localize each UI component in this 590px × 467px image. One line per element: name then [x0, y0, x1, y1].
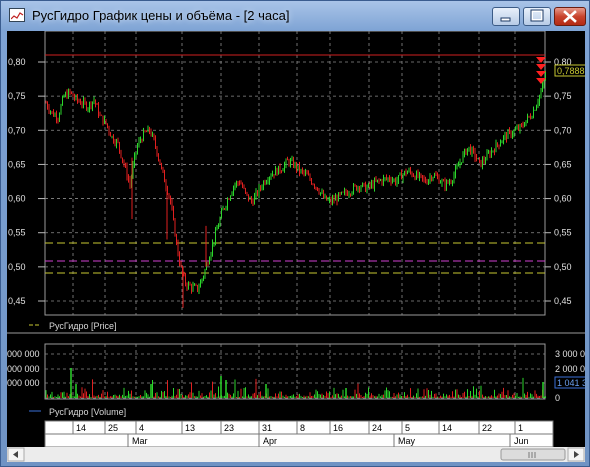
month-label: Apr: [263, 436, 277, 446]
volume-tick-label-left: 000 000: [7, 378, 40, 388]
price-tick-label-right: 0,45: [554, 296, 572, 306]
price-tick-label-right: 0,50: [554, 262, 572, 272]
scroll-thumb[interactable]: [500, 448, 566, 461]
price-tick-label-right: 0,60: [554, 194, 572, 204]
window-title: РусГидро График цены и объёма - [2 часа]: [32, 8, 290, 23]
day-label: 13: [185, 423, 195, 433]
day-label: 5: [405, 423, 410, 433]
maximize-icon: [530, 9, 544, 22]
horizontal-scrollbar[interactable]: [7, 447, 585, 462]
day-label: 1: [518, 423, 523, 433]
day-label: 4: [139, 423, 144, 433]
day-label: 31: [262, 423, 272, 433]
day-label: 24: [372, 423, 382, 433]
price-tick-label-left: 0,60: [8, 194, 26, 204]
month-label: May: [398, 436, 416, 446]
price-tick-label-left: 0,65: [8, 159, 26, 169]
volume-tick-label-right: 3 000 000: [555, 349, 585, 359]
day-label: 23: [224, 423, 234, 433]
volume-tick-label-left: 000 000: [7, 349, 40, 359]
price-tick-label-left: 0,45: [8, 296, 26, 306]
price-tick-label-left: 0,75: [8, 91, 26, 101]
price-tick-label-right: 0,55: [554, 228, 572, 238]
price-legend: РусГидро [Price]: [29, 321, 117, 331]
price-tick-label-right: 0,70: [554, 125, 572, 135]
price-legend-label: РусГидро [Price]: [49, 321, 117, 331]
day-label: 22: [482, 423, 492, 433]
volume-tick-label-right: 2 000 000: [555, 364, 585, 374]
current-volume-label: 1 041 3: [557, 378, 585, 388]
price-pane[interactable]: [44, 31, 546, 316]
minimize-icon: [500, 17, 511, 22]
price-tick-label-left: 0,55: [8, 228, 26, 238]
chart-app-icon: [9, 8, 25, 22]
current-volume-marker: 1 041 3: [554, 376, 585, 389]
day-label: 14: [442, 423, 452, 433]
month-label: Jun: [514, 436, 529, 446]
volume-legend: РусГидро [Volume]: [29, 407, 126, 417]
day-label: 25: [108, 423, 118, 433]
price-tick-label-left: 0,70: [8, 125, 26, 135]
minimize-button[interactable]: [492, 7, 520, 26]
price-tick-label-right: 0,65: [554, 159, 572, 169]
volume-tick-label-left: 000 000: [7, 364, 40, 374]
maximize-button[interactable]: [523, 7, 551, 26]
day-label: 14: [76, 423, 86, 433]
chart-area: 0,80 0,80 0,75 0,75 0,70 0,70 0,65 0,65 0,60 0,60…: [7, 31, 585, 462]
price-tick-label-left: 0,80: [8, 57, 26, 67]
price-tick-label-right: 0,75: [554, 91, 572, 101]
volume-legend-label: РусГидро [Volume]: [49, 407, 126, 417]
volume-pane[interactable]: [44, 343, 546, 400]
day-label: 16: [333, 423, 343, 433]
close-icon: [563, 10, 577, 23]
chart-window: РусГидро График цены и объёма - [2 часа]…: [0, 0, 590, 467]
day-label: 8: [300, 423, 305, 433]
title-bar[interactable]: РусГидро График цены и объёма - [2 часа]: [1, 1, 589, 31]
current-price-label: 0,7888: [557, 66, 585, 76]
close-button[interactable]: [554, 7, 586, 26]
current-price-marker: 0,7888: [554, 64, 585, 77]
month-label: Mar: [132, 436, 148, 446]
chart-svg: 0,80 0,800,75 0,750,70 0,700,65 0,650,60 0,60…: [7, 31, 585, 462]
volume-tick-label-right: 0: [555, 393, 560, 403]
price-tick-label-left: 0,50: [8, 262, 26, 272]
